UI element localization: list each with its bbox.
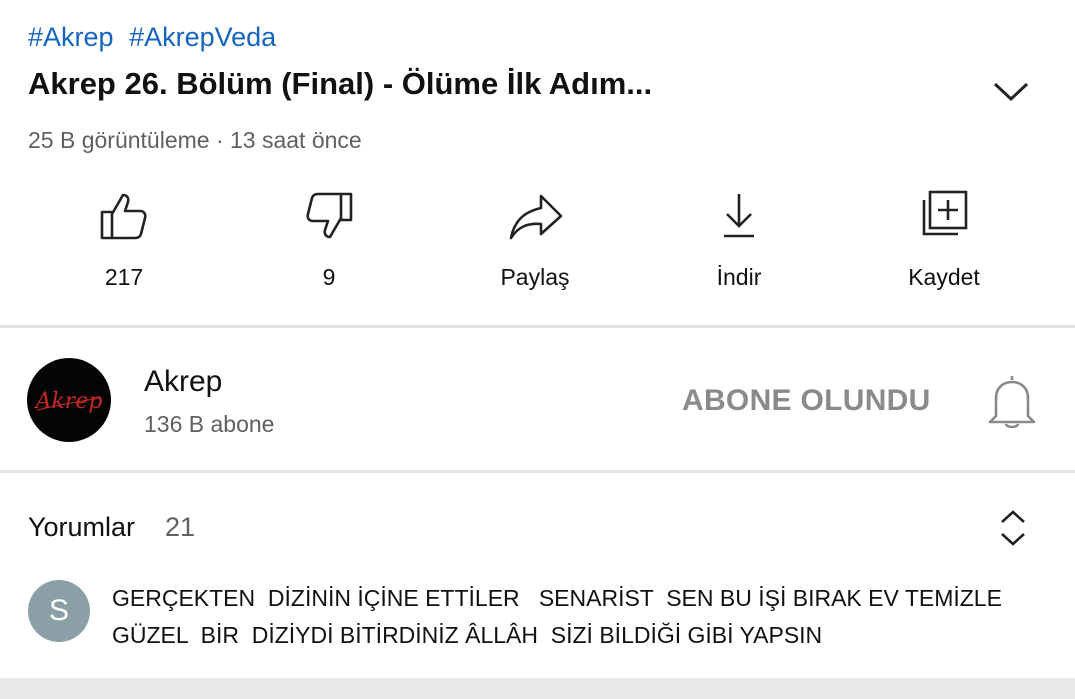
bell-icon[interactable]: [986, 372, 1038, 430]
bottom-bar: [0, 678, 1075, 699]
dislike-count: 9: [322, 264, 336, 290]
divider: [0, 325, 1075, 328]
download-icon: [724, 194, 754, 238]
divider: [0, 470, 1075, 473]
download-label: İndir: [716, 264, 762, 290]
action-bar: 217 9 Paylaş İndir Kaydet: [0, 188, 1075, 308]
subscribed-button[interactable]: ABONE OLUNDU: [682, 384, 931, 418]
logo-text: Akrep: [34, 389, 103, 414]
save-label: Kaydet: [908, 264, 980, 290]
save-button[interactable]: Kaydet: [864, 188, 1024, 291]
like-count: 217: [104, 264, 144, 290]
comment-avatar[interactable]: S: [28, 580, 90, 642]
comment-text: GERÇEKTEN DİZİNİN İÇİNE ETTİLER SENARİST…: [112, 585, 1009, 648]
channel-avatar[interactable]: Akrep: [27, 358, 111, 442]
like-button[interactable]: 217: [44, 188, 204, 291]
comments-count: 21: [165, 512, 196, 542]
share-label: Paylaş: [500, 264, 570, 290]
video-title: Akrep 26. Bölüm (Final) - Ölüme İlk Adım…: [28, 66, 653, 101]
dislike-button[interactable]: 9: [249, 188, 409, 291]
hashtag-akrep[interactable]: #Akrep: [28, 22, 114, 52]
share-button[interactable]: Paylaş: [455, 188, 615, 291]
sort-icon[interactable]: [996, 508, 1030, 548]
share-icon: [509, 194, 563, 240]
thumbs-up-icon: [100, 193, 147, 240]
comments-title[interactable]: Yorumlar: [28, 512, 135, 543]
subscriber-count: 136 B abone: [144, 411, 275, 437]
channel-name[interactable]: Akrep: [144, 365, 222, 399]
hashtag-akrepveda[interactable]: #AkrepVeda: [129, 22, 276, 52]
thumbs-down-icon: [306, 192, 353, 239]
hashtags: #Akrep #AkrepVeda: [28, 22, 284, 53]
akrep-logo: Akrep: [34, 389, 103, 414]
add-to-playlist-icon: [922, 190, 968, 236]
download-button[interactable]: İndir: [659, 188, 819, 291]
chevron-down-icon[interactable]: [990, 74, 1032, 108]
video-meta: 25 B görüntüleme · 13 saat önce: [28, 127, 362, 153]
